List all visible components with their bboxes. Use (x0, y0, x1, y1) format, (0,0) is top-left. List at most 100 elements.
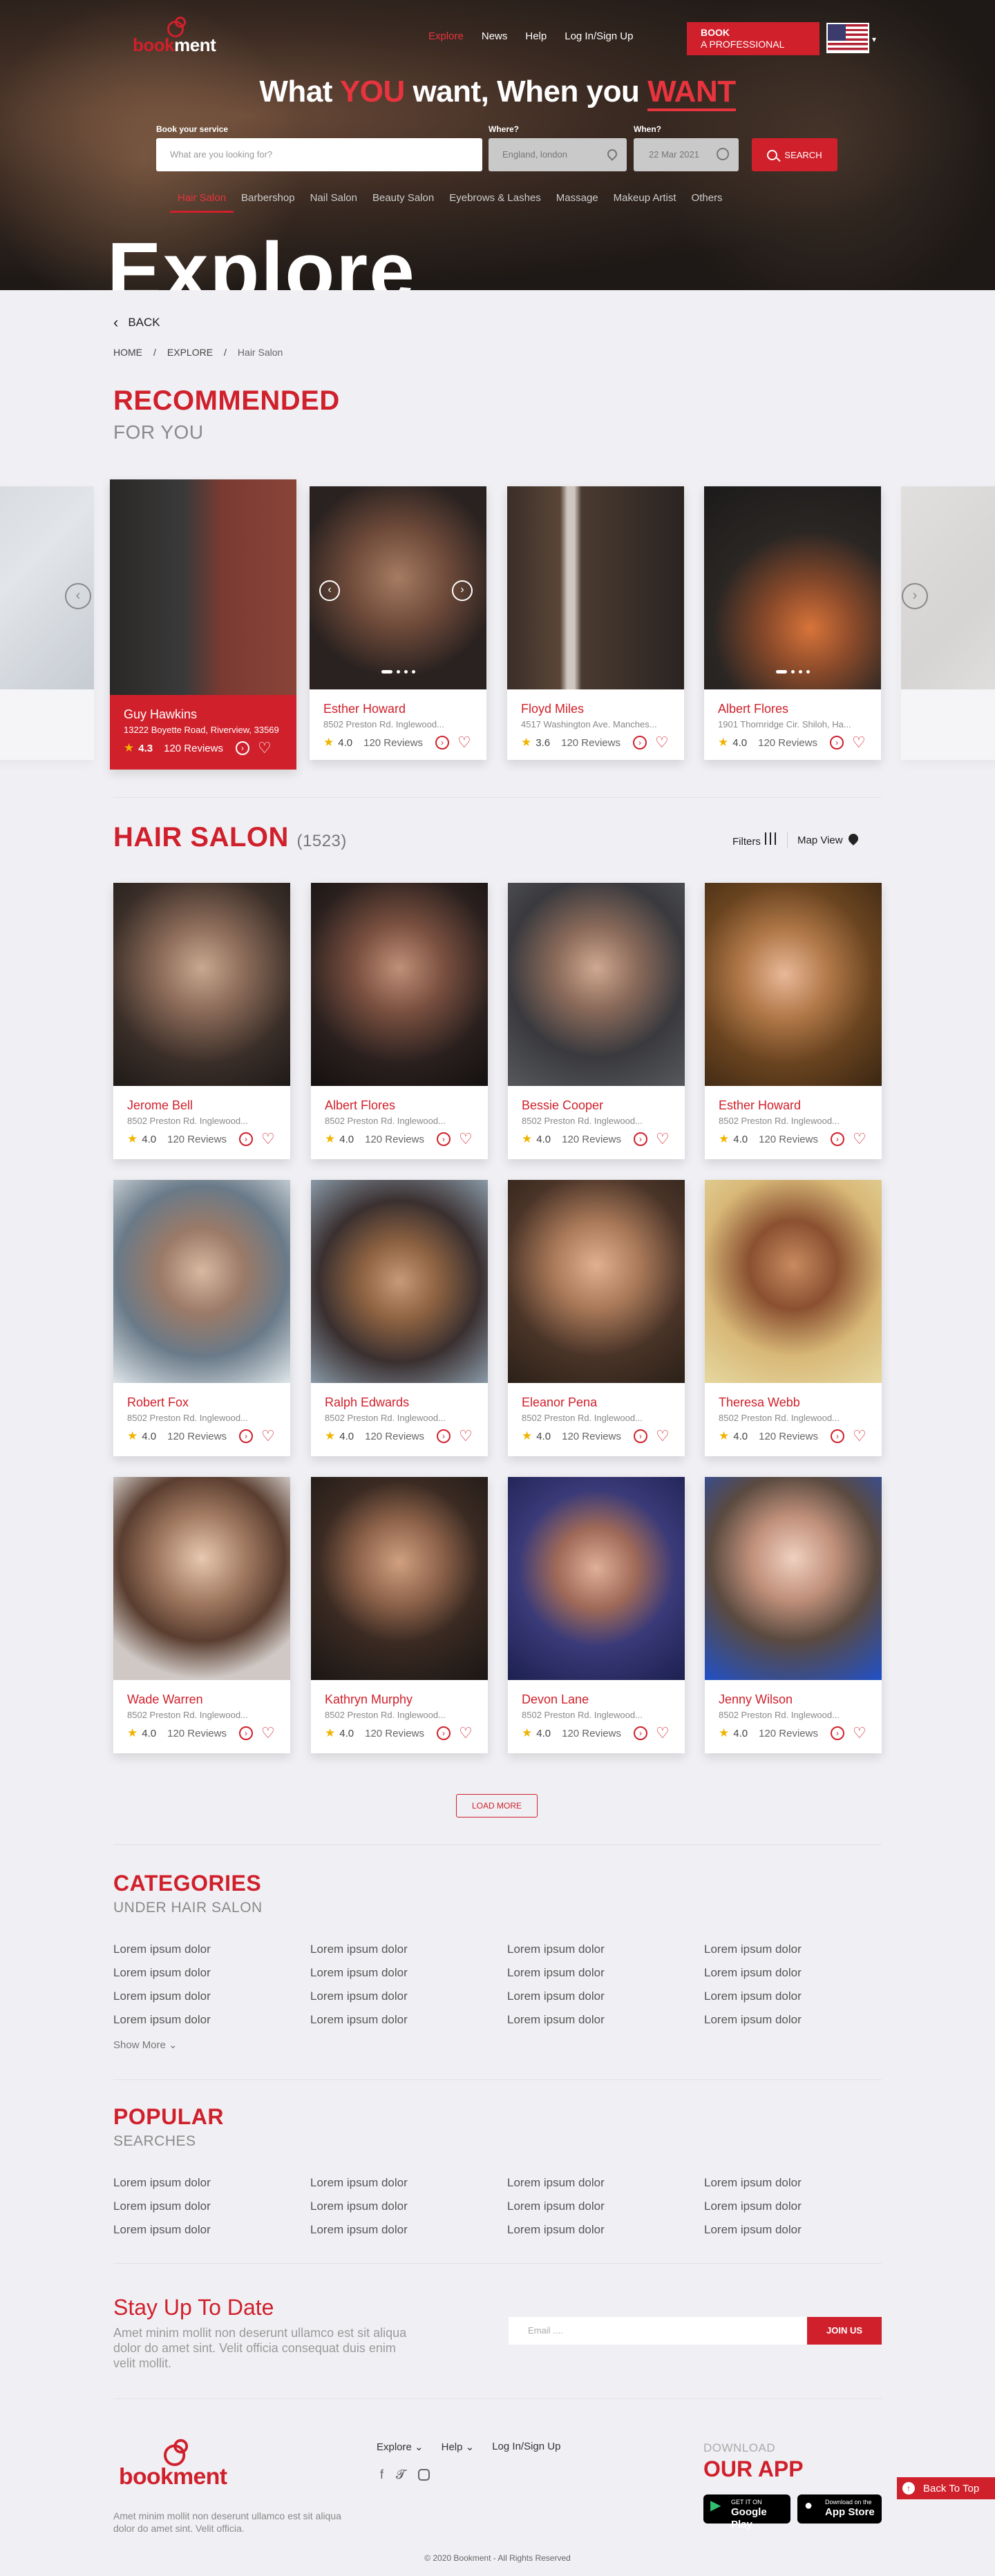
tab-hair-salon[interactable]: Hair Salon (170, 192, 234, 213)
footer-help[interactable]: Help ⌄ (442, 2441, 475, 2453)
tab-barbershop[interactable]: Barbershop (234, 192, 303, 213)
carousel-prev-arrow-icon[interactable]: ‹ (65, 583, 91, 609)
carousel-next-card[interactable] (901, 486, 995, 760)
link-item[interactable]: Lorem ipsum dolor (113, 1966, 310, 1980)
facebook-icon[interactable]: f (380, 2468, 383, 2482)
nav-login[interactable]: Log In/Sign Up (565, 30, 633, 42)
heart-icon[interactable]: ♡ (655, 735, 669, 750)
link-item[interactable]: Lorem ipsum dolor (310, 2223, 507, 2237)
heart-icon[interactable]: ♡ (656, 1726, 670, 1741)
arrow-right-icon[interactable]: › (239, 1132, 253, 1146)
arrow-right-icon[interactable]: › (437, 1132, 451, 1146)
salon-card[interactable]: Esther Howard 8502 Preston Rd. Inglewood.… (705, 883, 882, 1159)
heart-icon[interactable]: ♡ (258, 741, 272, 756)
recommended-card[interactable]: Floyd Miles 4517 Washington Ave. Manches… (507, 486, 684, 760)
salon-card[interactable]: Theresa Webb 8502 Preston Rd. Inglewood..… (705, 1180, 882, 1456)
show-more-button[interactable]: Show More ⌄ (113, 2039, 178, 2051)
map-view-button[interactable]: Map View (797, 832, 860, 846)
arrow-right-icon[interactable]: › (831, 1429, 844, 1443)
tab-eyebrows-lashes[interactable]: Eyebrows & Lashes (442, 192, 549, 213)
arrow-right-icon[interactable]: › (634, 1726, 647, 1740)
link-item[interactable]: Lorem ipsum dolor (310, 1966, 507, 1980)
link-item[interactable]: Lorem ipsum dolor (113, 1990, 310, 2003)
arrow-right-icon[interactable]: › (437, 1726, 451, 1740)
salon-card[interactable]: Jerome Bell 8502 Preston Rd. Inglewood...… (113, 883, 290, 1159)
recommended-card[interactable]: Albert Flores 1901 Thornridge Cir. Shilo… (704, 486, 881, 760)
link-item[interactable]: Lorem ipsum dolor (507, 1990, 704, 2003)
app-store-button[interactable]: ● Download on the App Store (797, 2494, 882, 2523)
carousel-next-arrow-icon[interactable]: › (902, 583, 928, 609)
link-item[interactable]: Lorem ipsum dolor (113, 2223, 310, 2237)
join-button[interactable]: JOIN US (807, 2317, 882, 2345)
tab-nail-salon[interactable]: Nail Salon (303, 192, 365, 213)
heart-icon[interactable]: ♡ (459, 1132, 473, 1147)
arrow-right-icon[interactable]: › (634, 1132, 647, 1146)
arrow-right-icon[interactable]: › (239, 1429, 253, 1443)
logo[interactable]: bookment (133, 17, 216, 56)
link-item[interactable]: Lorem ipsum dolor (310, 1943, 507, 1956)
footer-explore[interactable]: Explore ⌄ (377, 2441, 424, 2453)
book-professional-button[interactable]: BOOK A PROFESSIONAL (687, 22, 819, 55)
instagram-icon[interactable] (417, 2469, 430, 2481)
nav-help[interactable]: Help (525, 30, 547, 42)
arrow-right-icon[interactable]: › (236, 741, 249, 755)
heart-icon[interactable]: ♡ (261, 1429, 275, 1444)
arrow-right-icon[interactable]: › (633, 736, 647, 750)
arrow-right-icon[interactable]: › (437, 1429, 451, 1443)
link-item[interactable]: Lorem ipsum dolor (310, 2200, 507, 2213)
link-item[interactable]: Lorem ipsum dolor (704, 2223, 901, 2237)
footer-logo[interactable]: bookment (119, 2439, 227, 2490)
when-input[interactable]: 22 Mar 2021 (634, 138, 739, 171)
google-play-button[interactable]: ▶ GET IT ON Google Play (703, 2494, 790, 2530)
load-more-button[interactable]: LOAD MORE (456, 1794, 538, 1817)
link-item[interactable]: Lorem ipsum dolor (310, 2013, 507, 2027)
heart-icon[interactable]: ♡ (457, 735, 471, 750)
recommended-card[interactable]: Guy Hawkins 13222 Boyette Road, Rivervie… (110, 479, 296, 770)
heart-icon[interactable]: ♡ (459, 1429, 473, 1444)
twitter-icon[interactable]: 𝓣 (396, 2468, 406, 2482)
arrow-right-icon[interactable]: › (830, 736, 844, 750)
photo-prev-arrow-icon[interactable]: ‹ (319, 580, 340, 601)
link-item[interactable]: Lorem ipsum dolor (310, 2176, 507, 2190)
back-to-top-button[interactable]: ↑ Back To Top (897, 2477, 995, 2499)
salon-card[interactable]: Ralph Edwards 8502 Preston Rd. Inglewood.… (311, 1180, 488, 1456)
link-item[interactable]: Lorem ipsum dolor (507, 2223, 704, 2237)
heart-icon[interactable]: ♡ (459, 1726, 473, 1741)
salon-card[interactable]: Wade Warren 8502 Preston Rd. Inglewood...… (113, 1477, 290, 1753)
tab-others[interactable]: Others (684, 192, 730, 213)
breadcrumb-home[interactable]: HOME (113, 347, 142, 358)
tab-massage[interactable]: Massage (549, 192, 606, 213)
link-item[interactable]: Lorem ipsum dolor (507, 2200, 704, 2213)
heart-icon[interactable]: ♡ (852, 735, 866, 750)
link-item[interactable]: Lorem ipsum dolor (113, 1943, 310, 1956)
service-input[interactable]: What are you looking for? (156, 138, 482, 171)
link-item[interactable]: Lorem ipsum dolor (507, 1966, 704, 1980)
link-item[interactable]: Lorem ipsum dolor (704, 1990, 901, 2003)
tab-beauty-salon[interactable]: Beauty Salon (365, 192, 442, 213)
salon-card[interactable]: Jenny Wilson 8502 Preston Rd. Inglewood..… (705, 1477, 882, 1753)
link-item[interactable]: Lorem ipsum dolor (310, 1990, 507, 2003)
nav-news[interactable]: News (482, 30, 508, 42)
arrow-right-icon[interactable]: › (831, 1132, 844, 1146)
chevron-down-icon[interactable]: ▾ (872, 35, 876, 44)
where-input[interactable]: England, london (489, 138, 627, 171)
link-item[interactable]: Lorem ipsum dolor (704, 1966, 901, 1980)
link-item[interactable]: Lorem ipsum dolor (704, 1943, 901, 1956)
salon-card[interactable]: Albert Flores 8502 Preston Rd. Inglewood.… (311, 883, 488, 1159)
arrow-right-icon[interactable]: › (435, 736, 449, 750)
heart-icon[interactable]: ♡ (261, 1132, 275, 1147)
link-item[interactable]: Lorem ipsum dolor (507, 2013, 704, 2027)
salon-card[interactable]: Robert Fox 8502 Preston Rd. Inglewood... ★… (113, 1180, 290, 1456)
carousel-prev-card[interactable] (0, 486, 94, 760)
salon-card[interactable]: Kathryn Murphy 8502 Preston Rd. Inglewood… (311, 1477, 488, 1753)
heart-icon[interactable]: ♡ (261, 1726, 275, 1741)
arrow-right-icon[interactable]: › (831, 1726, 844, 1740)
footer-login[interactable]: Log In/Sign Up (492, 2441, 560, 2453)
back-button[interactable]: ‹ BACK (113, 315, 160, 330)
link-item[interactable]: Lorem ipsum dolor (113, 2200, 310, 2213)
heart-icon[interactable]: ♡ (853, 1726, 866, 1741)
salon-card[interactable]: Eleanor Pena 8502 Preston Rd. Inglewood..… (508, 1180, 685, 1456)
filters-button[interactable]: Filters (732, 832, 777, 848)
nav-explore[interactable]: Explore (428, 30, 464, 42)
link-item[interactable]: Lorem ipsum dolor (704, 2176, 901, 2190)
